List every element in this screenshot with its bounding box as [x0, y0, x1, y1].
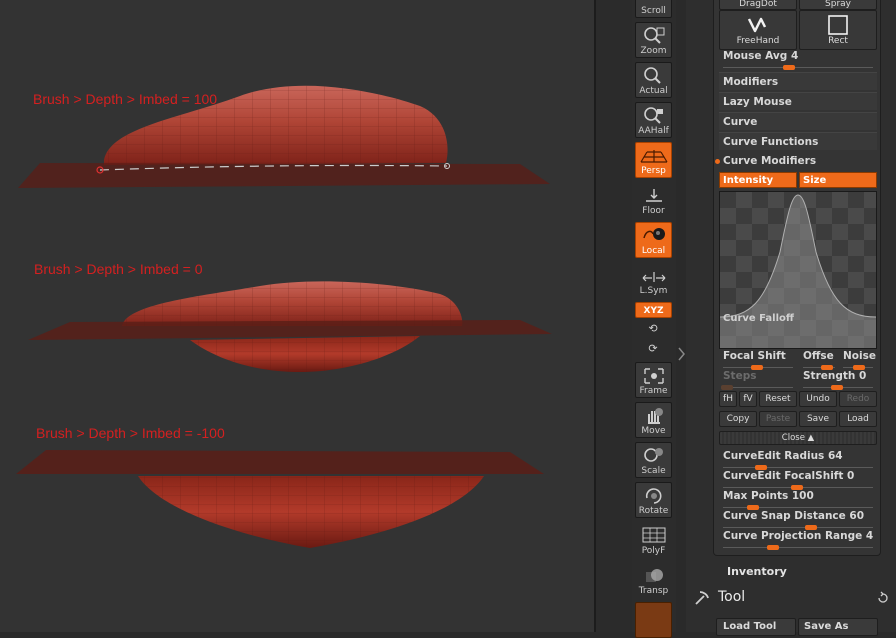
curve-projection-range-knob[interactable] [767, 545, 779, 550]
scale-icon [643, 448, 663, 462]
mesh-imbed-0 [28, 281, 552, 372]
label-imbed-100: Brush > Depth > Imbed = 100 [33, 91, 218, 107]
local-icon [642, 228, 665, 240]
size-toggle[interactable]: Size [799, 172, 877, 188]
xyz-button[interactable]: XYZ [635, 302, 672, 318]
actual-button[interactable]: Actual [635, 62, 672, 98]
save-button[interactable]: Save [799, 411, 837, 427]
section-curve-functions[interactable]: Curve Functions [719, 132, 877, 150]
magnifier-icon [643, 67, 661, 84]
falloff-curve [720, 194, 876, 348]
paste-button[interactable]: Paste [759, 411, 797, 427]
transp-button[interactable]: Transp [635, 562, 672, 598]
rotate-y-icon[interactable]: ⟲ [646, 322, 660, 336]
label-imbed-minus-100: Brush > Depth > Imbed = -100 [36, 425, 225, 441]
close-bar[interactable]: Close ▲ [719, 431, 877, 445]
frame-button[interactable]: Frame [635, 362, 672, 398]
scroll-button[interactable]: Scroll [635, 0, 672, 18]
noise-slider[interactable]: Noise [839, 350, 877, 370]
load-button[interactable]: Load [839, 411, 877, 427]
polyframe-icon [642, 527, 665, 543]
tool-palette-title[interactable]: Tool [718, 589, 745, 605]
max-points-slider[interactable]: Max Points 100 [719, 490, 877, 510]
mouse-avg-slider[interactable]: Mouse Avg 4 [719, 50, 877, 70]
rotate-button[interactable]: Rotate [635, 482, 672, 518]
focal-shift-slider[interactable]: Focal Shift [719, 350, 797, 370]
steps-slider: Steps [719, 370, 797, 390]
right-shelf: Scroll Zoom Actual AAHalf Persp Floor Lo… [632, 0, 676, 638]
floor-button[interactable]: Floor [635, 182, 672, 218]
rotate-z-icon[interactable]: ⟳ [646, 342, 660, 356]
frame-icon [643, 368, 664, 384]
symmetry-arrows-icon [642, 272, 665, 282]
strength-slider[interactable]: Strength 0 [799, 370, 877, 390]
curveedit-focalshift-slider[interactable]: CurveEdit FocalShift 0 [719, 470, 877, 490]
strength-knob[interactable] [831, 385, 843, 390]
hand-icon [647, 408, 663, 424]
intensity-toggle[interactable]: Intensity [719, 172, 797, 188]
mouse-avg-knob[interactable] [783, 65, 795, 70]
flip-h-button[interactable]: fH [719, 391, 737, 407]
curve-falloff-graph[interactable]: Curve Falloff [719, 191, 877, 349]
refresh-icon[interactable] [876, 591, 890, 605]
polyf-button[interactable]: PolyF [635, 522, 672, 558]
rotate-icon [645, 488, 662, 504]
reset-button[interactable]: Reset [759, 391, 797, 407]
label-imbed-0: Brush > Depth > Imbed = 0 [34, 261, 203, 277]
move-button[interactable]: Move [635, 402, 672, 438]
section-lazy-mouse[interactable]: Lazy Mouse [719, 92, 877, 110]
spray-button[interactable]: Spray [799, 0, 877, 10]
panel-collapse-handle[interactable] [678, 290, 686, 430]
ghost-button[interactable] [635, 602, 672, 638]
zoom-button[interactable]: Zoom [635, 22, 672, 58]
section-curve-modifiers[interactable]: Curve Modifiers [719, 152, 877, 170]
dragdot-button[interactable]: DragDot [719, 0, 797, 10]
perspective-grid-icon [639, 150, 668, 163]
section-curve[interactable]: Curve [719, 112, 877, 130]
scale-button[interactable]: Scale [635, 442, 672, 478]
transparency-icon [645, 569, 663, 582]
mesh-imbed-minus-100 [16, 450, 544, 548]
load-tool-button[interactable]: Load Tool [716, 618, 796, 636]
rect-button[interactable]: Rect [799, 10, 877, 50]
freehand-button[interactable]: FreeHand [719, 10, 797, 50]
zoom-icon [643, 27, 664, 44]
pickaxe-icon [695, 591, 709, 605]
curve-snap-distance-slider[interactable]: Curve Snap Distance 60 [719, 510, 877, 530]
redo-button[interactable]: Redo [839, 391, 877, 407]
aahalf-button[interactable]: AAHalf [635, 102, 672, 138]
chevron-up-icon: ▲ [807, 433, 815, 443]
curve-projection-range-slider[interactable]: Curve Projection Range 4 [719, 530, 877, 550]
curveedit-radius-slider[interactable]: CurveEdit Radius 64 [719, 450, 877, 470]
persp-button[interactable]: Persp [635, 142, 672, 178]
save-as-button[interactable]: Save As [798, 618, 878, 636]
floor-icon [645, 189, 662, 202]
chevron-right-icon [678, 347, 685, 361]
flip-v-button[interactable]: fV [739, 391, 757, 407]
gutter [596, 0, 632, 632]
copy-button[interactable]: Copy [719, 411, 757, 427]
inventory-header[interactable]: Inventory [727, 565, 787, 578]
offset-slider[interactable]: Offse [799, 350, 839, 370]
lsym-button[interactable]: L.Sym [635, 262, 672, 298]
active-section-dot-icon [715, 159, 720, 164]
section-modifiers[interactable]: Modifiers [719, 72, 877, 90]
local-button[interactable]: Local [635, 222, 672, 258]
undo-button[interactable]: Undo [799, 391, 837, 407]
canvas-viewport[interactable]: Brush > Depth > Imbed = 100 Brush > Dept… [0, 0, 594, 632]
aahalf-icon [643, 107, 663, 124]
